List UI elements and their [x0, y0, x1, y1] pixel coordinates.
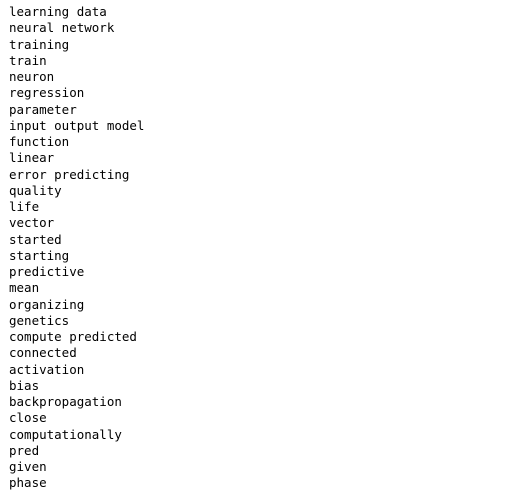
output-line: quality	[9, 182, 62, 198]
output-line: function	[9, 134, 70, 149]
output-line: neural network	[9, 20, 115, 36]
output-line: starting	[9, 247, 70, 263]
output-line: phase	[9, 475, 47, 491]
output-line: genetics	[9, 312, 70, 328]
output-line: training	[9, 36, 70, 52]
output-line: neuron	[9, 69, 55, 84]
output-line: mean	[9, 280, 40, 296]
output-line: parameter	[9, 101, 77, 117]
output-line: backpropagation	[9, 394, 122, 409]
output-line: computationally	[9, 426, 122, 442]
output-line: regression	[9, 85, 85, 101]
output-line: linear	[9, 150, 55, 166]
output-line: input output model	[9, 117, 145, 133]
output-line: pred	[9, 442, 40, 458]
output-line: activation	[9, 361, 85, 377]
output-line: close	[9, 410, 47, 426]
output-line: learning data	[9, 4, 107, 19]
output-line: vector	[9, 215, 55, 231]
output-text-area: learning data neural network training tr…	[9, 4, 519, 492]
output-line: life	[9, 199, 40, 214]
output-line: compute predicted	[9, 329, 137, 344]
output-line: given	[9, 459, 47, 474]
output-line: error predicting	[9, 166, 130, 182]
output-line: connected	[9, 345, 77, 361]
output-line: organizing	[9, 296, 85, 312]
output-line: train	[9, 52, 47, 68]
output-line: predictive	[9, 264, 85, 279]
output-line: started	[9, 231, 62, 247]
output-line: bias	[9, 377, 40, 393]
